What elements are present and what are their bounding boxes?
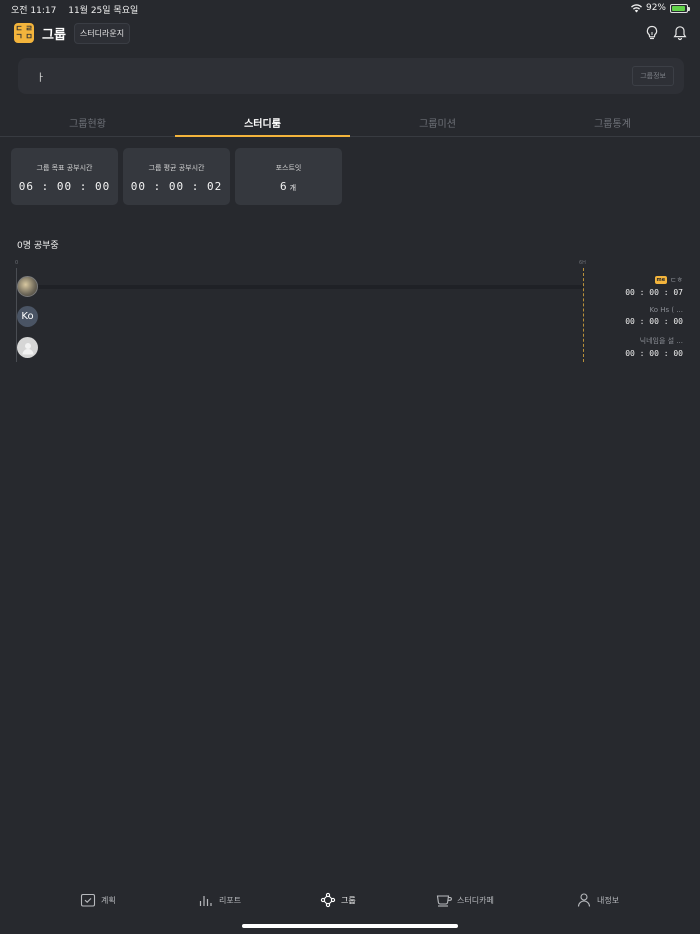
study-timeline: 0 6H Ko me ㄷㅎ 00 : 00 : 07 Ko Hs ( ... 00…	[15, 258, 695, 368]
goal-time-value: 06 : 00 : 00	[18, 180, 111, 193]
member-name: Ko Hs ( ...	[649, 306, 683, 314]
status-time: 오전 11:17	[11, 6, 57, 16]
group-notice-text: ㅏ	[36, 73, 46, 84]
post-it-value-wrap: 6개	[235, 180, 342, 193]
post-it-count: 6	[279, 180, 288, 193]
timeline-goal-line	[583, 268, 584, 362]
battery-level	[672, 5, 685, 11]
group-network-icon	[320, 892, 336, 908]
status-date: 11월 25일 목요일	[68, 6, 139, 16]
member-info: me ㄷㅎ 00 : 00 : 07	[625, 275, 683, 297]
battery-icon	[670, 3, 690, 13]
lightbulb-icon[interactable]	[644, 25, 660, 41]
home-indicator[interactable]	[242, 924, 458, 928]
avatar[interactable]: Ko	[17, 306, 38, 327]
coffee-cup-icon	[436, 895, 452, 907]
logo-text: ㄹㅁ	[25, 24, 33, 41]
bell-icon[interactable]	[672, 25, 688, 41]
tab-study-room[interactable]: 스터디룸	[175, 110, 350, 137]
average-time-value: 00 : 00 : 02	[130, 180, 223, 193]
default-user-icon	[22, 342, 33, 354]
calendar-check-icon	[80, 893, 96, 907]
page-title: 그룹	[42, 27, 66, 43]
average-time-card: 그룹 평균 공부시간 00 : 00 : 02	[123, 148, 230, 205]
tab-group-status[interactable]: 그룹현황	[0, 110, 175, 136]
stats-cards: 그룹 목표 공부시간 06 : 00 : 00 그룹 평균 공부시간 00 : …	[11, 148, 342, 205]
member-study-time: 00 : 00 : 00	[625, 317, 683, 326]
battery-percent: 92%	[645, 3, 666, 13]
post-it-card[interactable]: 포스트잇 6개	[235, 148, 342, 205]
member-info: 닉네임을 설 ... 00 : 00 : 00	[625, 336, 683, 358]
nav-study-cafe[interactable]: 스터디카페	[436, 892, 494, 908]
member-info: Ko Hs ( ... 00 : 00 : 00	[625, 306, 683, 326]
tab-group-mission[interactable]: 그룹미션	[350, 110, 525, 136]
app-logo[interactable]: ㄷㄱ ㄹㅁ	[14, 23, 34, 43]
tab-group-stats[interactable]: 그룹통계	[525, 110, 700, 136]
member-name: 닉네임을 설 ...	[639, 337, 683, 345]
status-bar: 오전 11:17 11월 25일 목요일 92%	[0, 0, 700, 18]
study-lounge-button[interactable]: 스터디라운지	[73, 22, 131, 44]
group-tabs: 그룹현황 스터디룸 그룹미션 그룹통계	[0, 110, 700, 137]
bar-chart-icon	[199, 896, 212, 906]
bottom-navigation: 계획 리포트 그룹 스터디카페 내정보	[0, 892, 700, 922]
avatar[interactable]	[17, 276, 38, 297]
post-it-label: 포스트잇	[275, 164, 302, 172]
goal-time-label: 그룹 목표 공부시간	[36, 164, 93, 172]
axis-end-label: 6H	[579, 260, 586, 266]
nav-plan-label: 계획	[101, 895, 116, 905]
goal-time-card: 그룹 목표 공부시간 06 : 00 : 00	[11, 148, 118, 205]
group-info-button[interactable]: 그룹정보	[632, 66, 674, 86]
nav-my-info-label: 내정보	[597, 895, 620, 905]
me-badge: me	[654, 276, 668, 284]
nav-study-cafe-label: 스터디카페	[457, 895, 494, 905]
member-progress-track	[29, 285, 583, 289]
group-notice-bar[interactable]: ㅏ 그룹정보	[18, 58, 684, 94]
avatar-initials: Ko	[21, 311, 34, 322]
avatar[interactable]	[17, 337, 38, 358]
post-it-unit: 개	[289, 184, 298, 192]
wifi-icon	[630, 3, 642, 12]
nav-report[interactable]: 리포트	[198, 892, 241, 908]
nav-my-info[interactable]: 내정보	[576, 892, 619, 908]
logo-text: ㄷㄱ	[15, 24, 23, 41]
nav-plan[interactable]: 계획	[80, 892, 116, 908]
member-study-time: 00 : 00 : 00	[625, 349, 683, 358]
person-icon	[577, 893, 591, 907]
studying-count: 0명 공부중	[17, 241, 59, 251]
average-time-label: 그룹 평균 공부시간	[148, 164, 205, 172]
app-header: ㄷㄱ ㄹㅁ 그룹 스터디라운지	[14, 22, 688, 44]
nav-report-label: 리포트	[219, 895, 242, 905]
nav-group[interactable]: 그룹	[320, 892, 356, 908]
member-study-time: 00 : 00 : 07	[625, 288, 683, 297]
axis-start-label: 0	[15, 260, 19, 266]
member-name: ㄷㅎ	[670, 276, 683, 284]
nav-group-label: 그룹	[341, 895, 356, 905]
